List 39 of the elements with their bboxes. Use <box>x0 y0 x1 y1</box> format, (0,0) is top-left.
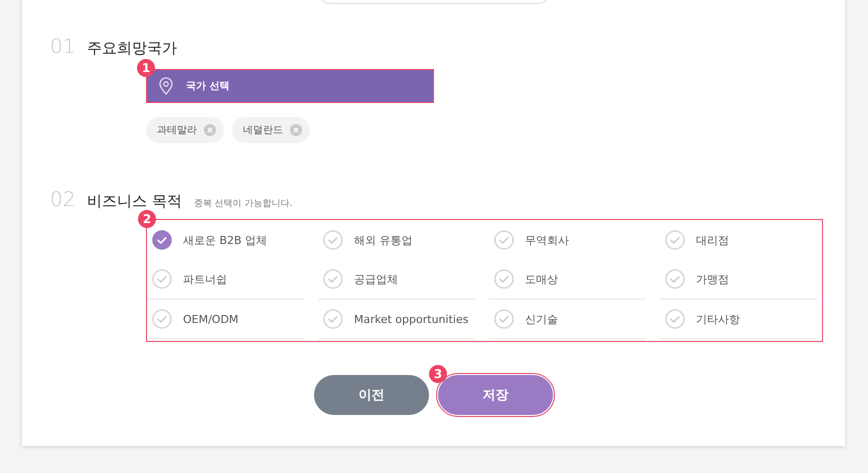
option-label[interactable]: Market opportunities <box>354 312 468 326</box>
remove-icon[interactable] <box>290 124 302 136</box>
check-circle-icon[interactable] <box>323 309 343 329</box>
option-label[interactable]: 도매상 <box>525 272 558 286</box>
section-title: 주요희망국가 <box>87 39 177 58</box>
check-circle-icon[interactable] <box>323 269 343 289</box>
option-label[interactable]: 공급업체 <box>354 272 398 286</box>
check-circle-icon[interactable] <box>665 309 685 329</box>
annotation-badge: 3 <box>429 365 447 383</box>
back-button[interactable]: 이전 <box>314 375 429 415</box>
remove-icon[interactable] <box>204 124 216 136</box>
location-pin-icon <box>158 77 174 95</box>
check-circle-icon[interactable] <box>494 230 514 250</box>
step-number: 02 <box>50 187 76 211</box>
checked-circle-icon[interactable] <box>152 230 172 250</box>
option-label[interactable]: 기타사항 <box>696 312 740 326</box>
step-number: 01 <box>50 34 76 58</box>
chip-label: 과테말라 <box>157 124 197 137</box>
select-label: 국가 선택 <box>186 80 230 93</box>
option-label[interactable]: 신기술 <box>525 312 558 326</box>
option-label[interactable]: 무역회사 <box>525 232 569 248</box>
check-circle-icon[interactable] <box>494 309 514 329</box>
annotation-badge: 2 <box>138 210 156 228</box>
check-circle-icon[interactable] <box>152 309 172 329</box>
option-label[interactable]: 가맹점 <box>696 272 729 286</box>
hint-text: 중복 선택이 가능합니다. <box>194 198 292 210</box>
check-circle-icon[interactable] <box>494 269 514 289</box>
check-circle-icon[interactable] <box>152 269 172 289</box>
option-label[interactable]: 해외 유통업 <box>354 232 412 248</box>
section-title: 비즈니스 목적 <box>87 192 182 211</box>
chip-label: 네덜란드 <box>243 124 283 137</box>
check-circle-icon[interactable] <box>665 269 685 289</box>
option-label[interactable]: 파트너쉽 <box>183 272 227 286</box>
option-label[interactable]: 대리점 <box>696 232 729 248</box>
check-circle-icon[interactable] <box>665 230 685 250</box>
annotation-badge: 1 <box>137 59 155 77</box>
check-circle-icon[interactable] <box>323 230 343 250</box>
option-label[interactable]: 새로운 B2B 업체 <box>183 232 268 248</box>
option-label[interactable]: OEM/ODM <box>183 312 238 326</box>
